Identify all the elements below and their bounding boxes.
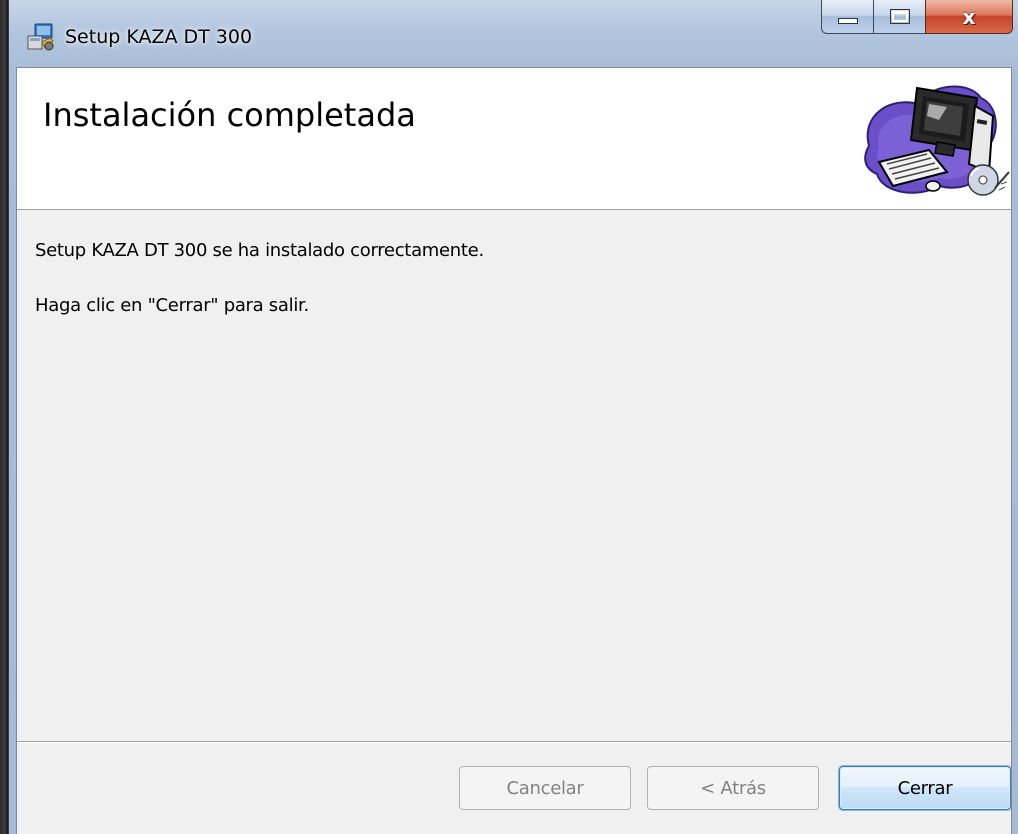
installer-icon	[27, 23, 54, 51]
close-window-button[interactable]: x	[925, 0, 1013, 34]
page-title: Instalación completada	[43, 96, 416, 134]
title-bar[interactable]: Setup KAZA DT 300 x	[9, 0, 1018, 66]
setup-window: Setup KAZA DT 300 x Instalación completa…	[8, 0, 1018, 834]
minimize-button[interactable]	[821, 0, 873, 34]
footer-divider	[17, 741, 1011, 743]
close-icon: x	[962, 4, 976, 29]
close-button[interactable]: Cerrar	[839, 766, 1011, 810]
window-title: Setup KAZA DT 300	[65, 26, 253, 48]
maximize-button[interactable]	[873, 0, 925, 34]
header-banner: Instalación completada	[17, 68, 1011, 210]
computer-setup-illustration	[864, 85, 1010, 196]
minimize-icon	[837, 17, 858, 24]
success-message: Setup KAZA DT 300 se ha instalado correc…	[35, 240, 484, 261]
back-button[interactable]: < Atrás	[647, 766, 819, 810]
background-window-edge	[0, 0, 8, 834]
caption-buttons: x	[821, 0, 1013, 36]
maximize-icon	[889, 9, 910, 24]
instruction-message: Haga clic en "Cerrar" para salir.	[35, 295, 309, 316]
cancel-button[interactable]: Cancelar	[459, 766, 631, 810]
dialog-client-area: Instalación completada Setup KAZA DT 300…	[16, 67, 1012, 834]
